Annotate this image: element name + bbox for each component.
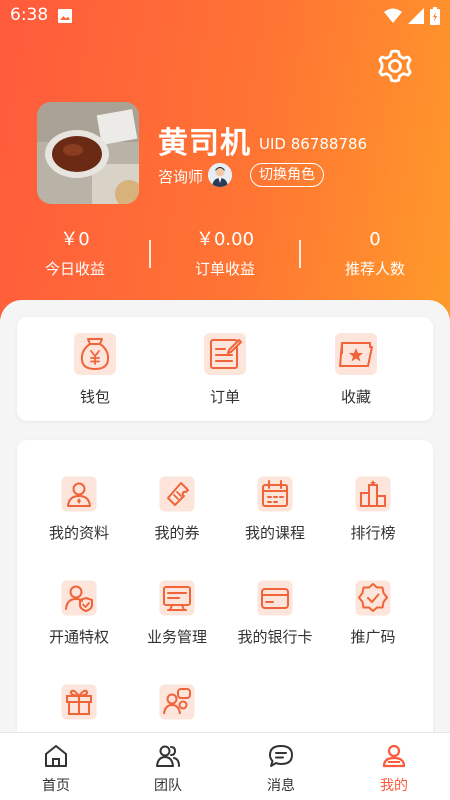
profile-icon <box>61 476 97 512</box>
my-coupons-label: 我的券 <box>154 524 200 542</box>
stat-value: ￥0 <box>60 229 90 250</box>
favorite-button[interactable]: 收藏 <box>296 332 416 407</box>
settings-gear-icon[interactable] <box>376 47 414 85</box>
user-role: 咨询师 <box>158 168 204 186</box>
wallet-button[interactable]: 钱包 <box>35 332 155 407</box>
promo-code-icon <box>355 580 391 616</box>
privilege-item[interactable]: 开通特权 <box>27 580 131 647</box>
user-name: 黄司机 <box>158 126 251 161</box>
menu-grid-card: 我的资料 我的券 我的课程 排行榜 开通特权 业务管理 我的银行卡 推广码 <box>17 440 433 740</box>
order-label: 订单 <box>209 388 240 406</box>
gift-icon <box>61 684 97 720</box>
wifi-icon <box>384 8 402 23</box>
user-uid: UID 86788786 <box>259 135 368 153</box>
role-avatar-icon <box>208 163 232 187</box>
quick-actions-card: 钱包 订单 收藏 <box>17 317 433 421</box>
favorite-icon <box>335 333 377 375</box>
stat-referrals[interactable]: 0 推荐人数 <box>300 226 450 279</box>
status-icons <box>384 7 440 25</box>
promo-code-item[interactable]: 推广码 <box>321 580 425 647</box>
coupon-icon <box>159 476 195 512</box>
image-notification-icon <box>58 9 72 23</box>
bottom-nav: 首页 团队 消息 我的 <box>0 732 450 800</box>
earnings-stats: ￥0 今日收益 ￥0.00 订单收益 0 推荐人数 <box>0 226 450 286</box>
stat-today-earnings[interactable]: ￥0 今日收益 <box>0 226 150 279</box>
team-icon <box>156 745 180 767</box>
message-icon <box>269 745 293 767</box>
stat-order-earnings[interactable]: ￥0.00 订单收益 <box>150 226 300 279</box>
status-bar: 6:38 <box>0 0 450 32</box>
my-courses-item[interactable]: 我的课程 <box>223 476 327 543</box>
team-chat-icon <box>159 684 195 720</box>
privilege-icon <box>61 580 97 616</box>
wallet-icon <box>74 333 116 375</box>
team-chat-item[interactable] <box>125 684 229 730</box>
bank-card-icon <box>257 580 293 616</box>
switch-role-button[interactable]: 切换角色 <box>250 163 324 187</box>
stat-label: 推荐人数 <box>344 260 405 278</box>
stat-label: 今日收益 <box>44 260 105 278</box>
my-courses-label: 我的课程 <box>244 524 305 542</box>
nav-home[interactable]: 首页 <box>0 733 112 800</box>
ranking-icon <box>355 476 391 512</box>
ranking-label: 排行榜 <box>350 524 396 542</box>
ranking-item[interactable]: 排行榜 <box>321 476 425 543</box>
promo-code-label: 推广码 <box>350 628 396 646</box>
favorite-label: 收藏 <box>340 388 371 406</box>
status-time: 6:38 <box>10 5 49 25</box>
battery-icon <box>430 7 440 25</box>
gift-item[interactable] <box>27 684 131 730</box>
bank-card-label: 我的银行卡 <box>237 628 313 646</box>
business-management-item[interactable]: 业务管理 <box>125 580 229 647</box>
home-icon <box>45 745 67 767</box>
my-profile-item[interactable]: 我的资料 <box>27 476 131 543</box>
nav-team[interactable]: 团队 <box>112 733 224 800</box>
nav-messages-label: 消息 <box>267 778 295 794</box>
my-profile-label: 我的资料 <box>48 524 109 542</box>
signal-icon <box>408 8 424 24</box>
order-button[interactable]: 订单 <box>165 332 285 407</box>
privilege-label: 开通特权 <box>48 628 109 646</box>
stat-value: 0 <box>369 229 381 250</box>
wallet-label: 钱包 <box>79 388 110 406</box>
bank-card-item[interactable]: 我的银行卡 <box>223 580 327 647</box>
business-icon <box>159 580 195 616</box>
stat-value: ￥0.00 <box>195 229 255 250</box>
nav-messages[interactable]: 消息 <box>225 733 337 800</box>
stat-label: 订单收益 <box>194 260 255 278</box>
me-icon <box>382 744 406 768</box>
my-coupons-item[interactable]: 我的券 <box>125 476 229 543</box>
business-management-label: 业务管理 <box>146 628 207 646</box>
order-icon <box>204 333 246 375</box>
course-icon <box>257 476 293 512</box>
user-avatar[interactable] <box>37 102 139 204</box>
nav-me[interactable]: 我的 <box>338 733 450 800</box>
nav-home-label: 首页 <box>42 778 70 794</box>
nav-me-label: 我的 <box>380 778 408 794</box>
nav-team-label: 团队 <box>154 778 182 794</box>
